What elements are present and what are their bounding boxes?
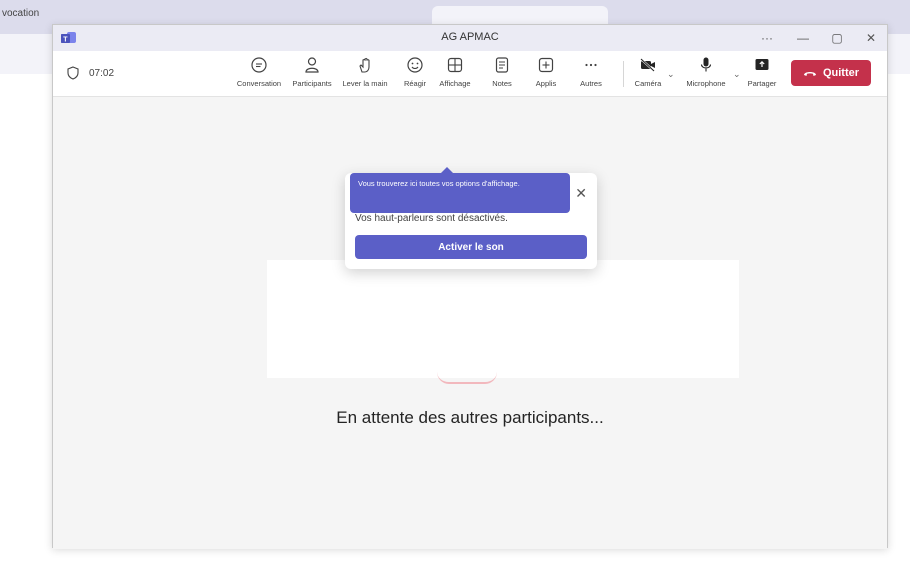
notes-icon — [495, 57, 509, 73]
minimize-button[interactable]: — — [789, 28, 817, 48]
avatar-ring — [437, 372, 497, 384]
chat-icon — [251, 57, 267, 73]
waiting-message: En attente des autres participants... — [336, 408, 604, 427]
apps-button[interactable]: Applis — [531, 55, 561, 95]
browser-tab-label[interactable]: vocation — [2, 8, 39, 19]
raise-hand-icon — [359, 57, 370, 73]
notes-button[interactable]: Notes — [487, 55, 517, 95]
unmute-speakers-button[interactable]: Activer le son — [355, 235, 587, 259]
participants-label: Participants — [292, 79, 332, 88]
toolbar-divider — [623, 61, 624, 87]
chat-label: Conversation — [236, 79, 282, 88]
share-icon — [755, 59, 769, 70]
chat-button[interactable]: Conversation — [229, 55, 289, 95]
microphone-icon — [700, 57, 712, 72]
plus-icon — [538, 57, 554, 73]
meeting-stage: En attente des autres participants... Vo… — [53, 97, 887, 549]
react-label: Réagir — [403, 79, 427, 88]
view-label: Affichage — [439, 79, 471, 88]
maximize-button[interactable]: ▢ — [823, 28, 851, 48]
camera-options-chevron-icon[interactable]: ⌄ — [667, 69, 675, 80]
shield-icon — [67, 66, 79, 80]
close-window-button[interactable]: ✕ — [857, 28, 885, 48]
microphone-label: Microphone — [686, 79, 726, 88]
camera-button[interactable]: Caméra — [631, 55, 665, 95]
meeting-timer: 07:02 — [89, 68, 115, 79]
more-label: Autres — [580, 79, 602, 88]
microphone-options-chevron-icon[interactable]: ⌄ — [733, 69, 741, 80]
camera-label: Caméra — [634, 79, 662, 88]
more-options-button[interactable]: ··· — [753, 28, 781, 48]
raise-hand-button[interactable]: Lever la main — [337, 55, 393, 95]
more-icon — [585, 63, 597, 67]
participants-button[interactable]: Participants — [287, 55, 337, 95]
leave-button[interactable]: Quitter — [791, 60, 871, 86]
people-icon — [305, 57, 319, 73]
more-button[interactable]: Autres — [575, 55, 607, 95]
hang-up-icon — [803, 72, 816, 76]
emoji-icon — [407, 57, 423, 73]
microphone-button[interactable]: Microphone — [681, 55, 731, 95]
meeting-window: T AG APMAC ··· — ▢ ✕ 07:02 Conversation — [52, 24, 888, 549]
react-button[interactable]: Réagir — [399, 55, 431, 95]
share-label: Partager — [747, 79, 777, 88]
apps-label: Applis — [535, 79, 557, 88]
view-button[interactable]: Affichage — [435, 55, 475, 95]
grid-icon — [447, 57, 463, 73]
view-options-tooltip[interactable]: Vous trouverez ici toutes vos options d'… — [350, 173, 570, 213]
speaker-muted-message: Vos haut-parleurs sont désactivés. — [355, 213, 508, 224]
share-button[interactable]: Partager — [745, 55, 779, 95]
meeting-toolbar: 07:02 Conversation Participants Lever la… — [53, 51, 887, 97]
notes-label: Notes — [492, 79, 512, 88]
title-bar: T AG APMAC ··· — ▢ ✕ — [53, 25, 887, 51]
video-tile — [267, 260, 739, 378]
raise-hand-label: Lever la main — [342, 79, 388, 88]
leave-label: Quitter — [822, 67, 860, 79]
camera-off-icon — [640, 58, 655, 72]
popup-close-icon[interactable]: ✕ — [575, 185, 587, 202]
